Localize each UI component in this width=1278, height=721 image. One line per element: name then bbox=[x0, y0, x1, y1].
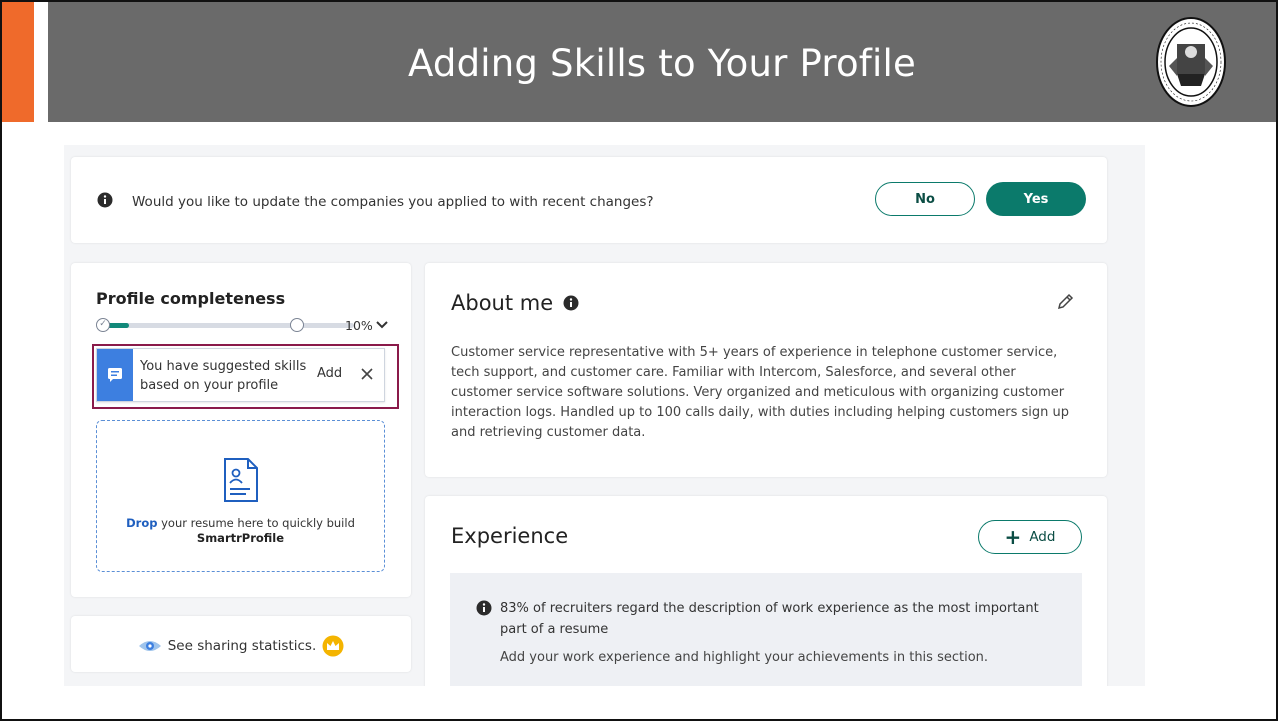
about-me-card: About me Customer service representative… bbox=[425, 263, 1107, 477]
accent-gap bbox=[34, 2, 48, 122]
add-suggested-skills-button[interactable]: Add bbox=[317, 366, 342, 381]
experience-card: Experience + Add 83% of recruiters regar… bbox=[425, 496, 1107, 686]
no-button[interactable]: No bbox=[875, 182, 975, 216]
about-me-title: About me bbox=[451, 291, 554, 315]
sharing-statistics-row: See sharing statistics. bbox=[71, 635, 411, 657]
chevron-down-icon[interactable] bbox=[374, 316, 390, 332]
plus-icon: + bbox=[1004, 525, 1022, 549]
check-circle-icon: ✓ bbox=[96, 318, 110, 332]
chat-bubble-icon bbox=[108, 368, 122, 382]
experience-title: Experience bbox=[451, 524, 569, 548]
title-bar: Adding Skills to Your Profile bbox=[48, 2, 1276, 122]
yes-button[interactable]: Yes bbox=[986, 182, 1086, 216]
app-canvas: Would you like to update the companies y… bbox=[64, 145, 1145, 686]
milestone-marker-icon bbox=[290, 318, 304, 332]
resume-document-icon bbox=[224, 458, 258, 502]
add-experience-label: Add bbox=[1029, 529, 1056, 545]
profile-completeness-card: Profile completeness ✓ 10% You have sugg bbox=[71, 263, 411, 597]
add-experience-button[interactable]: + Add bbox=[978, 520, 1082, 554]
pencil-edit-icon[interactable] bbox=[1056, 293, 1074, 311]
experience-tip-body: Add your work experience and highlight y… bbox=[500, 650, 989, 665]
progress-percent: 10% bbox=[345, 318, 373, 333]
suggestion-text: You have suggested skills based on your … bbox=[140, 359, 307, 393]
profile-completeness-title: Profile completeness bbox=[96, 289, 286, 308]
sharing-statistics-card[interactable]: See sharing statistics. bbox=[71, 616, 411, 672]
drop-keyword: Drop bbox=[126, 516, 158, 530]
eye-icon bbox=[138, 641, 161, 651]
info-icon[interactable] bbox=[563, 295, 579, 311]
dropzone-instruction: your resume here to quickly build bbox=[157, 516, 355, 530]
sharing-statistics-link[interactable]: See sharing statistics. bbox=[168, 638, 317, 654]
suggested-skills-banner: You have suggested skills based on your … bbox=[96, 348, 385, 402]
crown-icon bbox=[322, 635, 344, 657]
about-me-heading: About me bbox=[451, 291, 579, 315]
info-icon bbox=[97, 192, 113, 208]
notice-message: Would you like to update the companies y… bbox=[132, 194, 654, 210]
update-notice-card: Would you like to update the companies y… bbox=[71, 157, 1107, 243]
profile-progress: ✓ 10% bbox=[96, 316, 388, 336]
experience-tip-heading: 83% of recruiters regard the description… bbox=[500, 601, 1039, 637]
accent-bar bbox=[2, 2, 34, 122]
suggestion-icon-strip bbox=[97, 349, 133, 401]
experience-tip-panel: 83% of recruiters regard the description… bbox=[450, 573, 1082, 686]
about-me-description: Customer service representative with 5+ … bbox=[451, 345, 1070, 440]
resume-dropzone[interactable]: Drop your resume here to quickly build S… bbox=[96, 420, 385, 572]
progress-track bbox=[104, 323, 354, 328]
smartrprofile-label: SmartrProfile bbox=[196, 531, 285, 545]
info-icon bbox=[476, 600, 492, 616]
close-icon[interactable] bbox=[360, 367, 374, 381]
slide-title: Adding Skills to Your Profile bbox=[408, 42, 916, 85]
city-seal-logo bbox=[1156, 17, 1226, 107]
dropzone-text: Drop your resume here to quickly build S… bbox=[97, 516, 384, 546]
